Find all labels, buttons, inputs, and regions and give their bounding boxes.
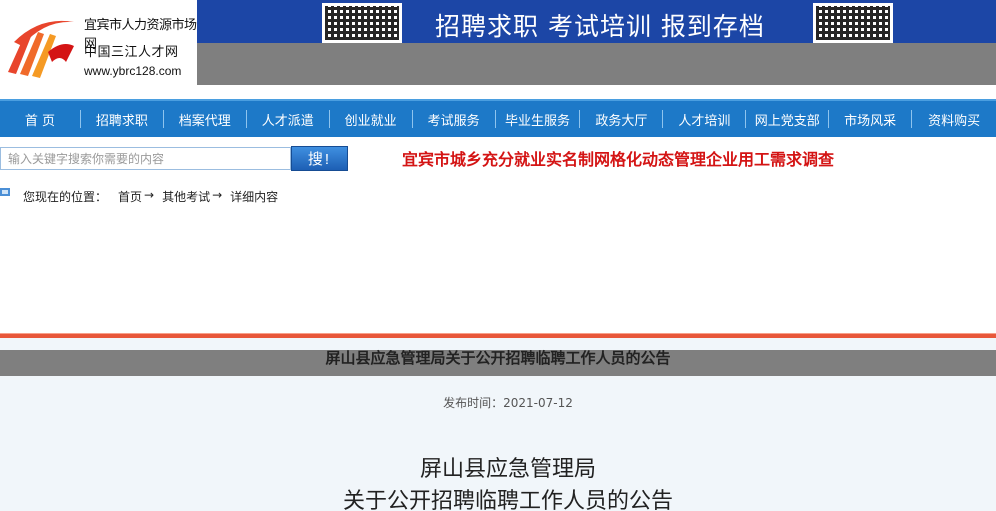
publish-time: 发布时间：2021-07-12 [443, 396, 573, 410]
logo-url: www.ybrc128.com [84, 64, 182, 78]
breadcrumb-other-exams[interactable]: 其他考试 [162, 188, 210, 205]
search-button[interactable]: 搜! [291, 146, 348, 171]
logo-subtitle: 中国三江人才网 [84, 45, 179, 60]
nav-employment[interactable]: 创业就业 [330, 100, 412, 138]
site-logo[interactable]: 宜宾市人力资源市场网 中国三江人才网 www.ybrc128.com [0, 0, 197, 85]
breadcrumb: 首页 → 其他考试 → 详细内容 [118, 188, 278, 205]
search-input[interactable] [0, 147, 291, 170]
banner-strip: 招聘求职 考试培训 报到存档 [197, 0, 996, 43]
banner-slogan: 招聘求职 考试培训 报到存档 [435, 12, 765, 41]
breadcrumb-arrow-icon: → [144, 188, 155, 202]
breadcrumb-current: 详细内容 [230, 190, 279, 204]
article-title: 屏山县应急管理局关于公开招聘临聘工作人员的公告 [325, 349, 671, 367]
nav-home[interactable]: 首 页 [0, 100, 80, 138]
qr-code-left [322, 3, 402, 43]
nav-party-branch[interactable]: 网上党支部 [746, 100, 828, 138]
nav-jobs[interactable]: 招聘求职 [81, 100, 163, 138]
nav-dispatch[interactable]: 人才派遣 [247, 100, 329, 138]
nav-graduates[interactable]: 毕业生服务 [496, 100, 580, 138]
article-heading-line2: 关于公开招聘临聘工作人员的公告 [342, 489, 673, 511]
qr-code-right [813, 3, 893, 43]
breadcrumb-arrow-icon: → [212, 188, 223, 202]
article-heading-line1: 屏山县应急管理局 [419, 457, 596, 482]
location-icon [0, 188, 10, 196]
nav-market-style[interactable]: 市场风采 [829, 100, 911, 138]
nav-materials[interactable]: 资料购买 [912, 100, 996, 138]
survey-link[interactable]: 宜宾市城乡充分就业实名制网格化动态管理企业用工需求调查 [402, 146, 834, 170]
breadcrumb-label: 您现在的位置： [23, 190, 108, 204]
main-nav: 首 页 招聘求职 档案代理 人才派遣 创业就业 考试服务 毕业生服务 政务大厅 … [0, 99, 996, 137]
nav-training[interactable]: 人才培训 [663, 100, 745, 138]
nav-exam-service[interactable]: 考试服务 [413, 100, 495, 138]
nav-archive-agency[interactable]: 档案代理 [164, 100, 246, 138]
page: 宜宾市人力资源市场网 中国三江人才网 www.ybrc128.com 招聘求职 … [0, 0, 996, 511]
nav-gov-hall[interactable]: 政务大厅 [580, 100, 662, 138]
logo-mark-icon [8, 20, 74, 78]
breadcrumb-home[interactable]: 首页 [118, 188, 142, 205]
header-banner[interactable]: 招聘求职 考试培训 报到存档 [197, 0, 996, 85]
